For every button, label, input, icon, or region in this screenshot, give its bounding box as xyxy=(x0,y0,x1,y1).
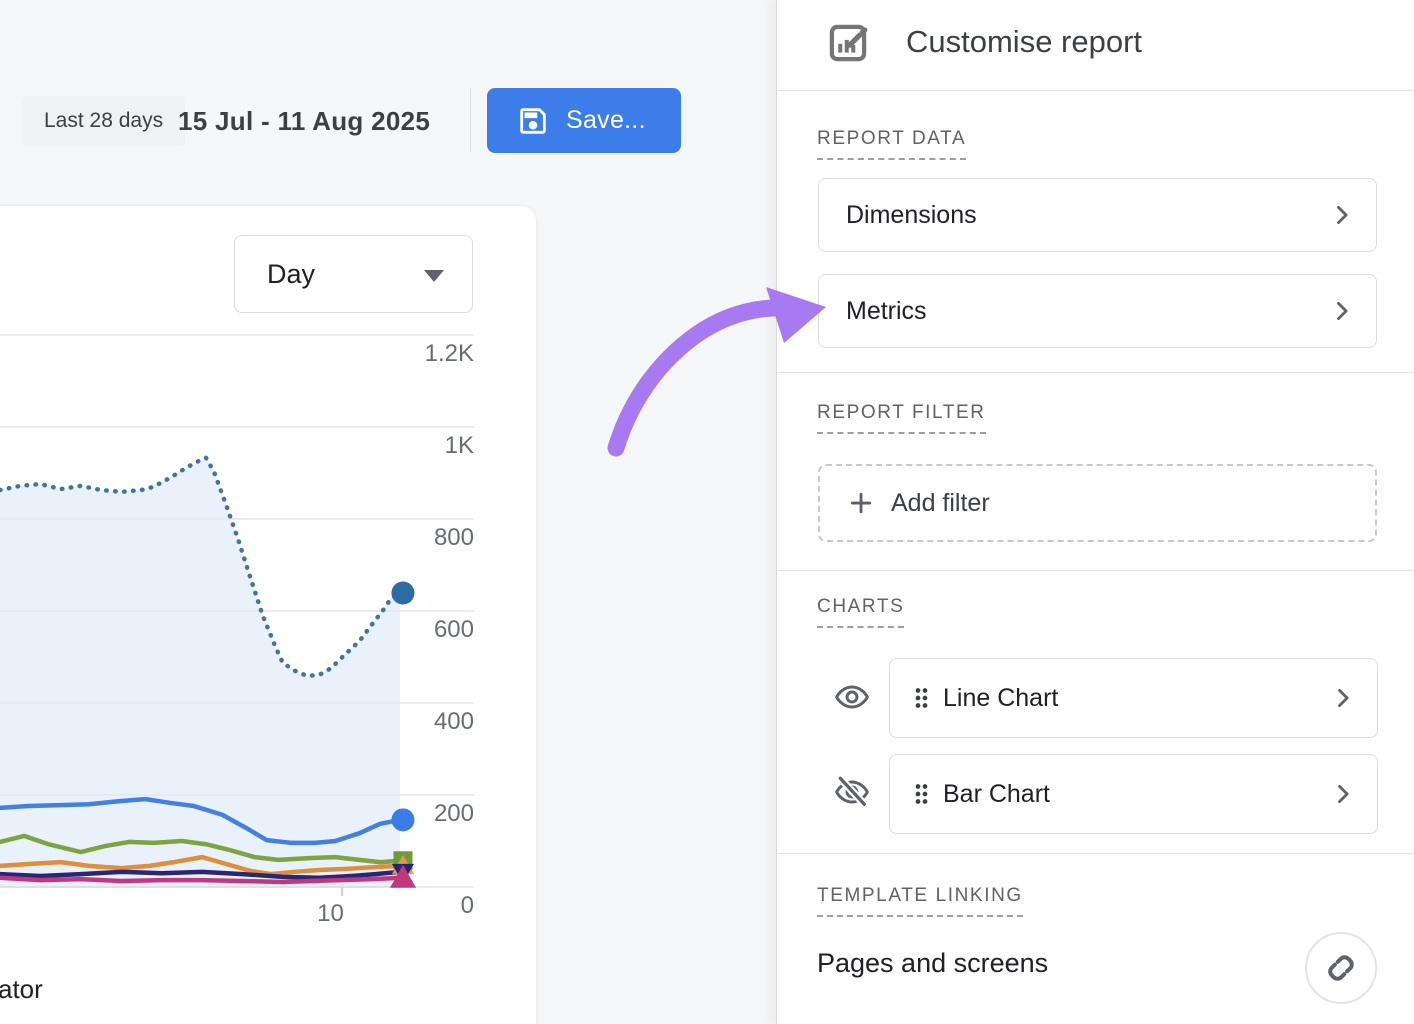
save-icon xyxy=(516,104,550,138)
granularity-dropdown[interactable]: Day xyxy=(234,235,473,313)
save-button-label: Save... xyxy=(566,106,646,135)
svg-text:1.2K: 1.2K xyxy=(425,340,474,367)
drag-handle-icon[interactable] xyxy=(914,686,929,710)
visibility-on-icon[interactable] xyxy=(833,679,871,715)
plus-icon xyxy=(846,488,876,518)
report-canvas: Last 28 days 15 Jul - 11 Aug 2025 Save..… xyxy=(0,0,777,1024)
svg-text:10: 10 xyxy=(317,900,344,927)
line-chart[interactable]: 1.2K 1K 800 600 400 200 0 10 xyxy=(0,330,480,930)
dimensions-button[interactable]: Dimensions xyxy=(818,178,1377,252)
template-linking-heading: TEMPLATE LINKING xyxy=(817,885,1023,917)
section-divider xyxy=(777,90,1414,91)
metrics-button[interactable]: Metrics xyxy=(818,274,1377,348)
visibility-off-icon[interactable] xyxy=(833,774,871,810)
annotation-arrow xyxy=(598,276,838,466)
date-range-value[interactable]: 15 Jul - 11 Aug 2025 xyxy=(178,96,430,146)
chevron-down-icon xyxy=(424,270,444,282)
svg-text:0: 0 xyxy=(461,892,474,919)
svg-text:400: 400 xyxy=(434,708,474,735)
line-chart-button[interactable]: Line Chart xyxy=(889,658,1378,738)
toolbar-divider xyxy=(470,88,471,152)
svg-text:800: 800 xyxy=(434,524,474,551)
customise-report-panel: Customise report REPORT DATA Dimensions … xyxy=(776,0,1414,1024)
chevron-right-icon xyxy=(1328,201,1356,229)
template-name: Pages and screens xyxy=(817,948,1048,979)
section-divider xyxy=(777,570,1414,571)
chevron-right-icon xyxy=(1329,684,1357,712)
chevron-right-icon xyxy=(1328,297,1356,325)
svg-text:200: 200 xyxy=(434,800,474,827)
panel-title: Customise report xyxy=(906,24,1142,60)
bar-chart-button[interactable]: Bar Chart xyxy=(889,754,1378,834)
section-divider xyxy=(777,853,1414,854)
drag-handle-icon[interactable] xyxy=(914,782,929,806)
date-range-preset[interactable]: Last 28 days xyxy=(22,96,185,146)
app-root: Last 28 days 15 Jul - 11 Aug 2025 Save..… xyxy=(0,0,1414,1024)
truncated-table-text: ator xyxy=(0,974,43,1005)
customise-report-icon xyxy=(825,20,871,66)
section-divider xyxy=(777,372,1414,373)
save-button[interactable]: Save... xyxy=(487,88,681,153)
report-data-heading: REPORT DATA xyxy=(817,128,966,160)
metrics-label: Metrics xyxy=(846,297,927,326)
bar-chart-label: Bar Chart xyxy=(943,780,1050,809)
granularity-value: Day xyxy=(267,259,315,290)
line-chart-label: Line Chart xyxy=(943,684,1058,713)
add-filter-button[interactable]: Add filter xyxy=(818,464,1377,542)
chevron-right-icon xyxy=(1329,780,1357,808)
charts-heading: CHARTS xyxy=(817,596,904,628)
unlink-icon xyxy=(1321,948,1361,988)
svg-text:1K: 1K xyxy=(445,432,474,459)
report-filter-heading: REPORT FILTER xyxy=(817,402,986,434)
add-filter-label: Add filter xyxy=(891,489,990,518)
svg-text:600: 600 xyxy=(434,616,474,643)
unlink-template-button[interactable] xyxy=(1305,932,1377,1004)
dimensions-label: Dimensions xyxy=(846,201,977,230)
